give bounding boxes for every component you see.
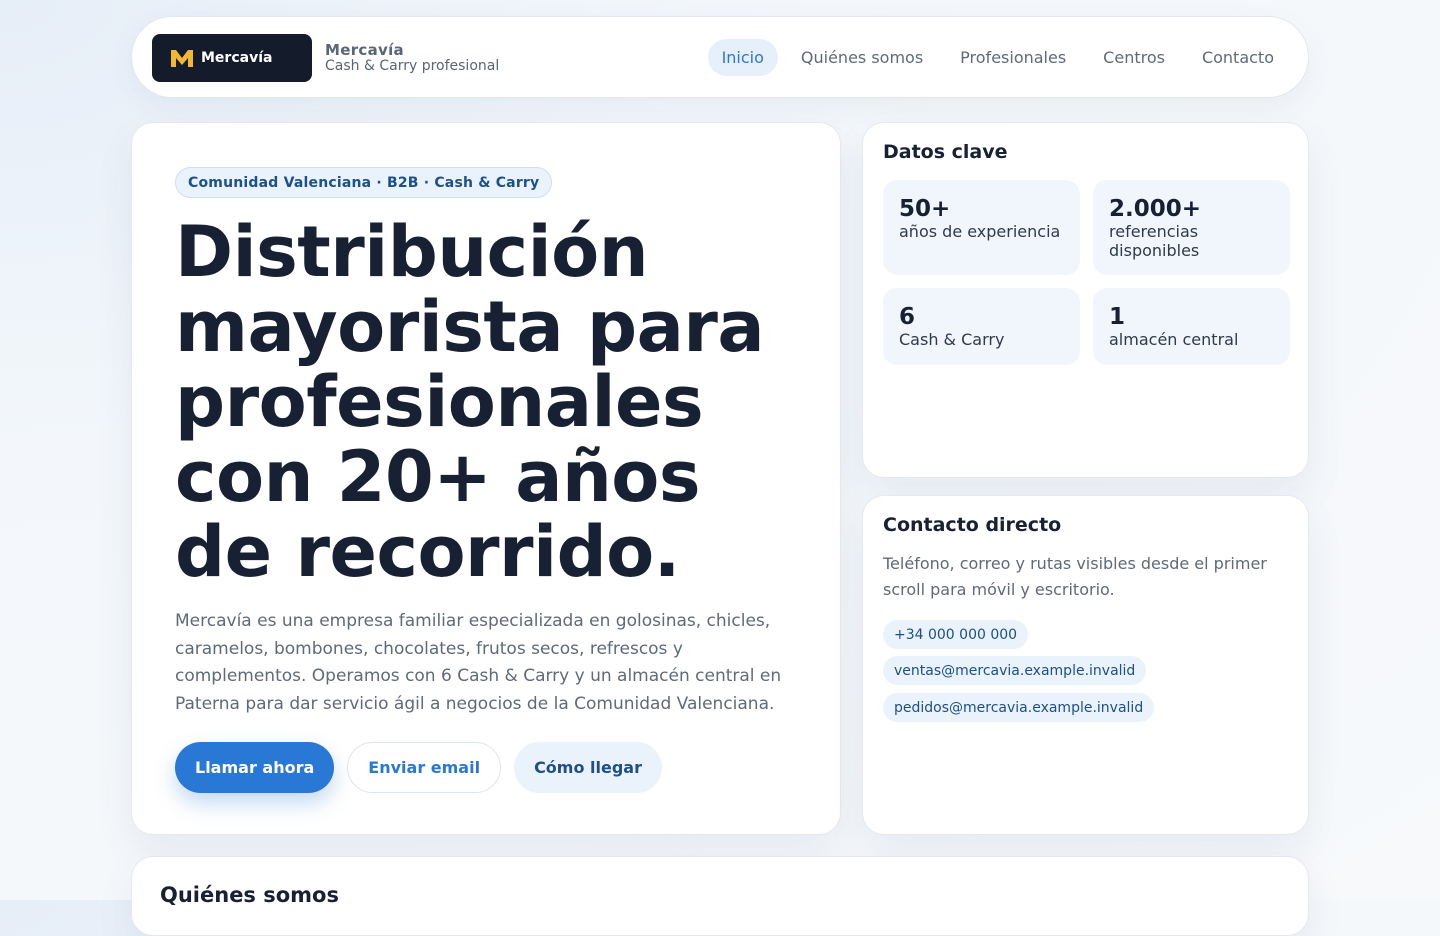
key-facts-card: Datos clave 50+ años de experiencia 2.00… [862,122,1309,478]
phone-link[interactable]: +34 000 000 000 [883,620,1029,649]
brand-tagline: Cash & Carry profesional [325,58,500,74]
site-header: Mercavía Mercavía Cash & Carry profesion… [131,16,1309,98]
about-title: Quiénes somos [160,883,339,907]
hero-card: Comunidad Valenciana · B2B · Cash & Carr… [131,122,841,835]
nav-item-centros[interactable]: Centros [1089,39,1179,76]
contact-description: Teléfono, correo y rutas visibles desde … [883,554,1267,599]
stat-label: años de experiencia [899,222,1061,241]
about-section: Quiénes somos [131,856,1309,936]
orders-email-link[interactable]: pedidos@mercavia.example.invalid [883,693,1155,722]
logo-m-icon [171,50,193,67]
stat-value: 6 [899,304,916,330]
stat-label: referencias disponibles [1109,222,1200,260]
key-facts-title: Datos clave [883,141,1008,163]
contact-title: Contacto directo [883,514,1062,536]
directions-button[interactable]: Cómo llegar [514,742,662,793]
hero-title: Distribución mayorista para profesionale… [175,211,765,593]
stat-value: 50+ [899,196,951,222]
region-tag: Comunidad Valenciana · B2B · Cash & Carr… [175,167,553,198]
hero-description: Mercavía es una empresa familiar especia… [175,611,782,714]
stat-label: Cash & Carry [899,330,1005,349]
stat-references: 2.000+ referencias disponibles [1093,180,1290,275]
email-button[interactable]: Enviar email [347,742,502,793]
stat-value: 2.000+ [1109,196,1202,222]
main-nav: Inicio Quiénes somos Profesionales Centr… [699,39,1288,76]
stat-experience: 50+ años de experiencia [883,180,1080,275]
direct-contact-card: Contacto directo Teléfono, correo y ruta… [862,495,1309,835]
nav-item-inicio[interactable]: Inicio [707,39,778,76]
stat-label: almacén central [1109,330,1239,349]
nav-item-profesionales[interactable]: Profesionales [946,39,1080,76]
stat-value: 1 [1109,304,1126,330]
logo[interactable]: Mercavía [152,34,312,82]
nav-item-quienes-somos[interactable]: Quiénes somos [787,39,937,76]
stat-warehouse: 1 almacén central [1093,288,1290,365]
stat-cash-carry: 6 Cash & Carry [883,288,1080,365]
logo-text: Mercavía [201,50,273,66]
hero-actions: Llamar ahora Enviar email Cómo llegar [175,742,675,793]
nav-item-contacto[interactable]: Contacto [1188,39,1288,76]
brand-name: Mercavía [325,41,404,59]
call-button[interactable]: Llamar ahora [175,742,335,793]
sales-email-link[interactable]: ventas@mercavia.example.invalid [883,656,1147,685]
